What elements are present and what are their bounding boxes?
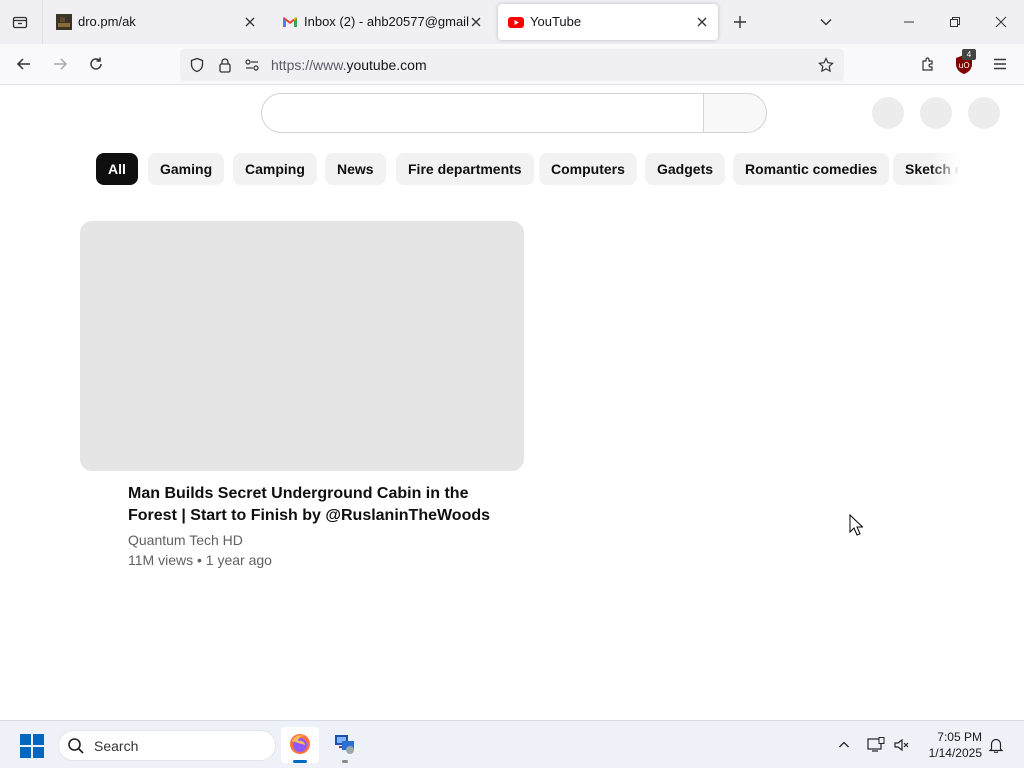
- close-tab-icon[interactable]: [468, 14, 484, 30]
- puzzle-piece-icon: [922, 57, 933, 71]
- active-app-indicator: [293, 760, 307, 763]
- chip-gadgets[interactable]: Gadgets: [645, 153, 726, 185]
- close-window-button[interactable]: [987, 8, 1015, 36]
- network-computer-icon: [335, 735, 354, 754]
- video-age: 1 year ago: [205, 552, 272, 568]
- app-menu-button[interactable]: [986, 50, 1014, 78]
- ublock-origin-extension[interactable]: uO 4: [954, 49, 976, 75]
- running-app-indicator: [342, 760, 348, 763]
- close-tab-icon[interactable]: [694, 14, 710, 30]
- video-thumbnail-placeholder[interactable]: [80, 221, 524, 471]
- forward-button[interactable]: [46, 50, 74, 78]
- mouse-pointer-icon: [849, 514, 863, 536]
- bell-icon: [988, 738, 1004, 753]
- windows-start-icon[interactable]: [20, 734, 44, 758]
- notifications-button-placeholder[interactable]: [920, 97, 952, 129]
- svg-text:uO: uO: [958, 61, 969, 70]
- video-metadata: 11M views • 1 year ago: [128, 552, 272, 568]
- lock-icon[interactable]: [216, 56, 234, 74]
- url-prefix: https://www.: [271, 57, 347, 73]
- video-views: 11M views: [128, 552, 194, 568]
- tab-tray-icon: [12, 16, 28, 29]
- search-icon: [68, 738, 84, 754]
- close-tab-icon[interactable]: [242, 14, 258, 30]
- url-domain: youtube.com: [346, 57, 427, 73]
- extension-badge-count: 4: [962, 49, 976, 60]
- video-title[interactable]: Man Builds Secret Underground Cabin in t…: [128, 483, 508, 527]
- tab-separator: [42, 0, 43, 44]
- category-chip-bar: All Gaming Camping News Fire departments…: [96, 153, 958, 185]
- close-icon: [995, 16, 1007, 28]
- notifications-button[interactable]: [986, 735, 1006, 755]
- firefox-view-button[interactable]: [8, 10, 32, 34]
- chip-bar-fade: [930, 153, 960, 185]
- tray-volume-icon[interactable]: [892, 735, 912, 755]
- chip-news[interactable]: News: [325, 153, 386, 185]
- extensions-button[interactable]: [914, 50, 942, 78]
- arrow-right-icon: [54, 58, 68, 70]
- tab-title: Inbox (2) - ahb20577@gmail.com: [304, 14, 469, 29]
- chip-fire-departments[interactable]: Fire departments: [396, 153, 534, 185]
- video-channel-name[interactable]: Quantum Tech HD: [128, 532, 243, 548]
- taskbar-search-label: Search: [94, 738, 139, 754]
- tab-gmail-inbox[interactable]: Inbox (2) - ahb20577@gmail.com: [272, 4, 492, 40]
- account-avatar-placeholder[interactable]: [968, 97, 1000, 129]
- gmail-icon: [283, 17, 297, 27]
- clock-date: 1/14/2025: [928, 746, 982, 760]
- show-hidden-icons-button[interactable]: [834, 735, 854, 755]
- new-tab-button[interactable]: [728, 10, 752, 34]
- back-button[interactable]: [10, 50, 38, 78]
- youtube-logo-icon: [508, 17, 524, 28]
- chevron-up-icon: [839, 741, 849, 748]
- address-bar[interactable]: https://www.youtube.com: [180, 49, 844, 81]
- chip-computers[interactable]: Computers: [539, 153, 637, 185]
- plus-icon: [734, 16, 746, 28]
- taskbar-search-box[interactable]: Search: [58, 730, 276, 761]
- reload-button[interactable]: [82, 50, 110, 78]
- youtube-search-input[interactable]: [261, 93, 704, 133]
- list-all-tabs-button[interactable]: [814, 10, 838, 34]
- tray-display-icon[interactable]: [866, 735, 886, 755]
- arrow-left-icon: [16, 58, 30, 70]
- browser-tab-strip: dro.pm/ak Inbox (2) - ahb20577@gmail.com…: [0, 0, 1024, 44]
- firefox-icon: [290, 734, 310, 754]
- taskbar-clock[interactable]: 7:05 PM 1/14/2025: [916, 729, 982, 761]
- chip-camping[interactable]: Camping: [233, 153, 317, 185]
- chip-gaming[interactable]: Gaming: [148, 153, 225, 185]
- tab-title: dro.pm/ak: [78, 14, 136, 29]
- windows-taskbar: Search 7:05 PM 1/14/2025: [0, 720, 1024, 768]
- reload-icon: [90, 57, 102, 70]
- tab-title: YouTube: [530, 14, 582, 29]
- tracking-protection-shield-icon[interactable]: [188, 56, 206, 74]
- chip-romantic-comedies[interactable]: Romantic comedies: [733, 153, 890, 185]
- dark-photo-favicon: [56, 14, 72, 30]
- url-text[interactable]: https://www.youtube.com: [271, 57, 427, 73]
- create-button-placeholder[interactable]: [872, 97, 904, 129]
- restore-icon: [950, 17, 960, 27]
- tab-dro-pm[interactable]: dro.pm/ak: [46, 4, 266, 40]
- chip-all[interactable]: All: [96, 153, 138, 185]
- restore-window-button[interactable]: [941, 8, 969, 36]
- monitor-icon: [867, 737, 885, 752]
- bookmark-star-icon[interactable]: [817, 56, 835, 74]
- taskbar-firefox-button[interactable]: [281, 727, 319, 763]
- hamburger-menu-icon: [994, 58, 1006, 70]
- youtube-search-button[interactable]: [703, 93, 767, 133]
- permissions-icon[interactable]: [243, 56, 261, 74]
- browser-nav-bar: https://www.youtube.com uO 4: [0, 44, 1024, 85]
- tab-youtube[interactable]: YouTube: [498, 4, 718, 40]
- minimize-window-button[interactable]: [895, 8, 923, 36]
- minimize-icon: [904, 21, 914, 23]
- taskbar-network-app-button[interactable]: [326, 727, 364, 763]
- meta-separator: •: [196, 552, 202, 568]
- speaker-muted-icon: [894, 738, 909, 752]
- clock-time: 7:05 PM: [937, 730, 982, 744]
- chevron-down-icon: [820, 19, 832, 26]
